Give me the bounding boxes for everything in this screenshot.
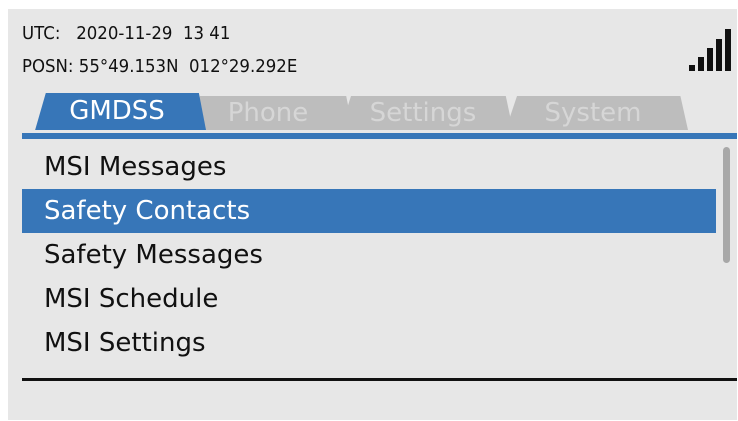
position-readout: POSN: 55°49.153N 012°29.292E xyxy=(22,56,297,78)
menu-item-msi-messages[interactable]: MSI Messages xyxy=(22,145,716,189)
gmdss-menu: MSI Messages Safety Contacts Safety Mess… xyxy=(22,145,716,365)
signal-strength-icon xyxy=(689,27,731,71)
posn-label: POSN: xyxy=(22,56,74,77)
utc-label: UTC: xyxy=(22,23,61,44)
menu-item-safety-messages[interactable]: Safety Messages xyxy=(22,233,716,277)
tab-system[interactable]: System xyxy=(505,96,688,130)
tab-gmdss[interactable]: GMDSS xyxy=(35,93,206,130)
menu-item-msi-settings[interactable]: MSI Settings xyxy=(22,321,716,365)
signal-bar xyxy=(689,65,695,71)
tab-settings[interactable]: Settings xyxy=(340,96,513,130)
tab-phone[interactable]: Phone xyxy=(189,96,353,130)
signal-bar xyxy=(698,57,704,71)
posn-value: 55°49.153N 012°29.292E xyxy=(78,56,298,77)
menu-scrollbar[interactable] xyxy=(723,147,730,263)
menu-item-safety-contacts[interactable]: Safety Contacts xyxy=(22,189,716,233)
tab-bar: System Settings Phone GMDSS xyxy=(8,93,737,133)
signal-bar xyxy=(707,48,713,71)
signal-bar xyxy=(725,29,731,71)
utc-value: 2020-11-29 13 41 xyxy=(76,23,231,44)
menu-item-msi-schedule[interactable]: MSI Schedule xyxy=(22,277,716,321)
utc-readout: UTC: 2020-11-29 13 41 xyxy=(22,23,230,45)
terminal-screen: UTC: 2020-11-29 13 41 POSN: 55°49.153N 0… xyxy=(8,9,737,420)
signal-bar xyxy=(716,39,722,71)
tab-underline xyxy=(22,133,737,139)
bottom-divider xyxy=(22,378,737,381)
